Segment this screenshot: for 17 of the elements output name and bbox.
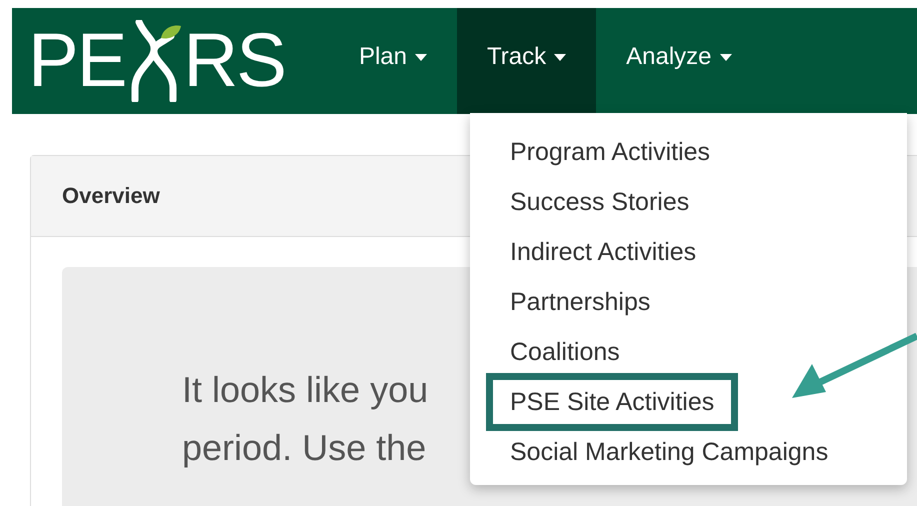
nav-menu-item[interactable]: Analyze: [596, 8, 762, 114]
caret-icon: [415, 54, 428, 60]
logo-text: RS: [183, 23, 285, 99]
caret-icon: [720, 54, 732, 60]
dropdown-item[interactable]: Success Stories: [490, 177, 710, 227]
dropdown-item[interactable]: Program Activities: [490, 127, 730, 177]
logo-text: PE: [28, 23, 126, 99]
dropdown-item[interactable]: Social Marketing Campaigns: [490, 427, 848, 477]
dropdown-item[interactable]: Indirect Activities: [490, 227, 716, 277]
nav-menu-item[interactable]: Plan: [328, 8, 458, 114]
dropdown-item[interactable]: Partnerships: [490, 277, 670, 327]
message-text: It looks like you: [182, 368, 428, 412]
dropdown-item[interactable]: Coalitions: [490, 327, 640, 377]
message-text: period. Use the: [182, 426, 426, 470]
caret-icon: [554, 54, 566, 60]
nav-menu-item[interactable]: Track: [457, 8, 596, 114]
panel-title: Overview: [62, 183, 160, 209]
